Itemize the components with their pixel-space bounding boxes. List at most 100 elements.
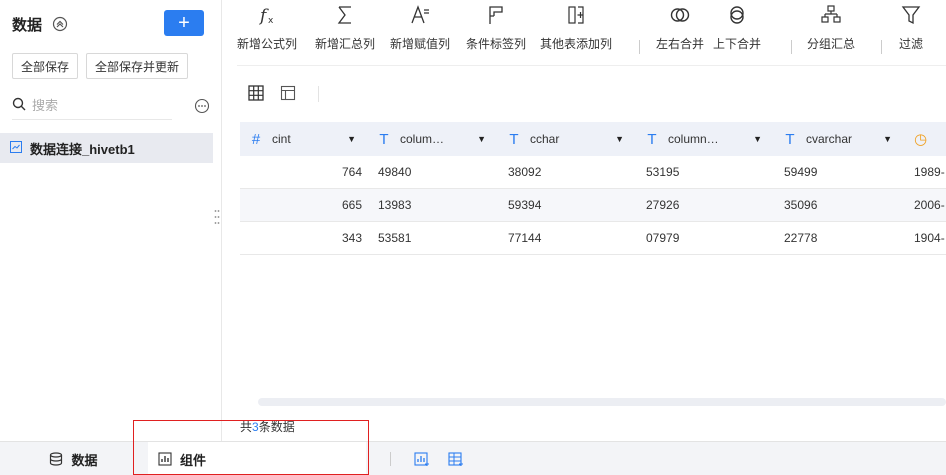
tab-component[interactable]: 组件 [148,442,366,475]
tool-label: 新增赋值列 [390,37,451,51]
bottom-bar: 数据 组件 [0,441,946,475]
toolbar-divider [791,40,792,54]
resize-handle-icon[interactable] [214,207,220,227]
sidebar-title: 数据 [12,16,43,34]
tool-label: 新增汇总列 [315,37,376,51]
search-input[interactable] [32,98,162,113]
add-chart-icon[interactable] [414,451,430,467]
tool-label: 过滤 [899,37,924,51]
merge-top-bottom-button[interactable]: 上下合并 [713,4,761,52]
datasource-label: 数据连接_hivetb1 [30,141,135,157]
merge-vertical-icon [730,6,744,24]
save-all-update-button[interactable]: 全部保存并更新 [86,53,189,79]
tool-label: 新增公式列 [237,37,298,51]
search-box [12,92,172,120]
layout-view-icon[interactable] [277,82,299,104]
column-name: cchar [530,132,560,146]
table-cell: 13983 [378,198,412,212]
text-type-icon: T [509,130,519,148]
app-root: 数据 + 全部保存 全部保存并更新 数据连接 [0,0,946,475]
datasource-item[interactable]: 数据连接_hivetb1 [0,133,213,163]
assign-icon [411,5,429,24]
grid-view-icon[interactable] [245,82,267,104]
column-header[interactable]: Tcchar ▼ [498,122,636,156]
formula-icon: fx [258,6,274,26]
table-cell: 53195 [646,165,680,179]
table-row: 665 13983 59394 27926 35096 2006- [240,189,946,222]
table-row: 764 49840 38092 53195 59499 1989- [240,156,946,189]
merge-horizontal-icon [670,8,690,22]
table-cell: 343 [341,231,362,245]
view-divider [318,86,319,102]
row-count-prefix: 共 [240,420,253,434]
add-table-icon[interactable] [448,451,464,467]
table-cell: 59499 [784,165,818,179]
group-icon [821,5,841,23]
table-cell: 1989- [914,165,945,179]
table-cell: 27926 [646,198,680,212]
table-cell: 53581 [378,231,412,245]
column-header[interactable]: Tcolumn… ▼ [636,122,774,156]
table-cell: 49840 [378,165,412,179]
table-cell: 764 [341,165,362,179]
filter-button[interactable]: 过滤 [899,4,923,52]
text-type-icon: T [647,130,657,148]
table-cell: 35096 [784,198,818,212]
tab-data[interactable]: 数据 [0,442,147,475]
save-all-button[interactable]: 全部保存 [12,53,79,79]
chevron-down-icon[interactable]: ▼ [883,134,892,144]
toolbar-divider [881,40,882,54]
column-header[interactable]: # cint ▼ [240,122,368,156]
save-button-row: 全部保存 全部保存并更新 [12,53,189,79]
table-cell: 77144 [508,231,542,245]
tool-label: 其他表添加列 [540,37,613,51]
merge-left-right-button[interactable]: 左右合并 [656,4,704,52]
more-options-icon[interactable] [194,98,210,114]
column-header[interactable]: Tcolum… ▼ [368,122,498,156]
tab-data-label: 数据 [71,452,98,468]
table-row: 343 53581 77144 07979 22778 1904- [240,222,946,255]
table-cell: 22778 [784,231,818,245]
tool-label: 条件标签列 [466,37,527,51]
add-formula-column-button[interactable]: fx 新增公式列 [237,4,297,52]
chevron-down-icon[interactable]: ▼ [347,134,356,144]
column-header[interactable]: Tcvarchar ▼ [774,122,904,156]
table-cell: 1904- [914,231,945,245]
column-header[interactable]: ◷ [904,122,946,156]
chevron-down-icon[interactable]: ▼ [615,134,624,144]
bar-chart-icon [158,452,172,466]
horizontal-scrollbar[interactable] [258,398,946,406]
table-cell: 59394 [508,198,542,212]
toolbar-divider [639,40,640,54]
group-summary-button[interactable]: 分组汇总 [807,4,855,52]
filter-icon [901,6,921,25]
clock-icon: ◷ [914,131,928,148]
search-icon [12,97,26,114]
tab-component-label: 组件 [180,452,207,468]
bottom-divider [390,452,391,466]
collapse-up-icon[interactable] [52,16,68,32]
column-name: column… [668,132,719,146]
row-count-suffix: 条数据 [258,420,295,434]
chevron-down-icon[interactable]: ▼ [477,134,486,144]
table-cell: 665 [341,198,362,212]
sidebar-header: 数据 + [12,10,209,38]
table-header: # cint ▼ Tcolum… ▼ Tcchar ▼ Tcolumn… ▼ Tcvarc… [240,122,946,156]
table-icon [10,140,22,156]
column-name: colum… [400,132,445,146]
add-assign-column-button[interactable]: 新增赋值列 [390,4,450,52]
data-preview-table: # cint ▼ Tcolum… ▼ Tcchar ▼ Tcolumn… ▼ Tcvarc… [240,122,946,255]
svg-text:x: x [268,16,274,26]
add-condition-tag-column-button[interactable]: 条件标签列 [466,4,526,52]
flag-icon [489,6,503,24]
tool-label: 分组汇总 [807,37,856,51]
add-data-button[interactable]: + [164,10,204,36]
row-count-number: 3 [252,420,259,434]
chevron-down-icon[interactable]: ▼ [753,134,762,144]
sum-icon [337,6,351,24]
tool-label: 左右合并 [656,37,705,51]
add-summary-column-button[interactable]: 新增汇总列 [315,4,375,52]
data-sidebar: 数据 + 全部保存 全部保存并更新 数据连接 [0,0,222,441]
add-column-from-other-table-button[interactable]: 其他表添加列 [540,4,612,52]
tool-label: 上下合并 [713,37,762,51]
